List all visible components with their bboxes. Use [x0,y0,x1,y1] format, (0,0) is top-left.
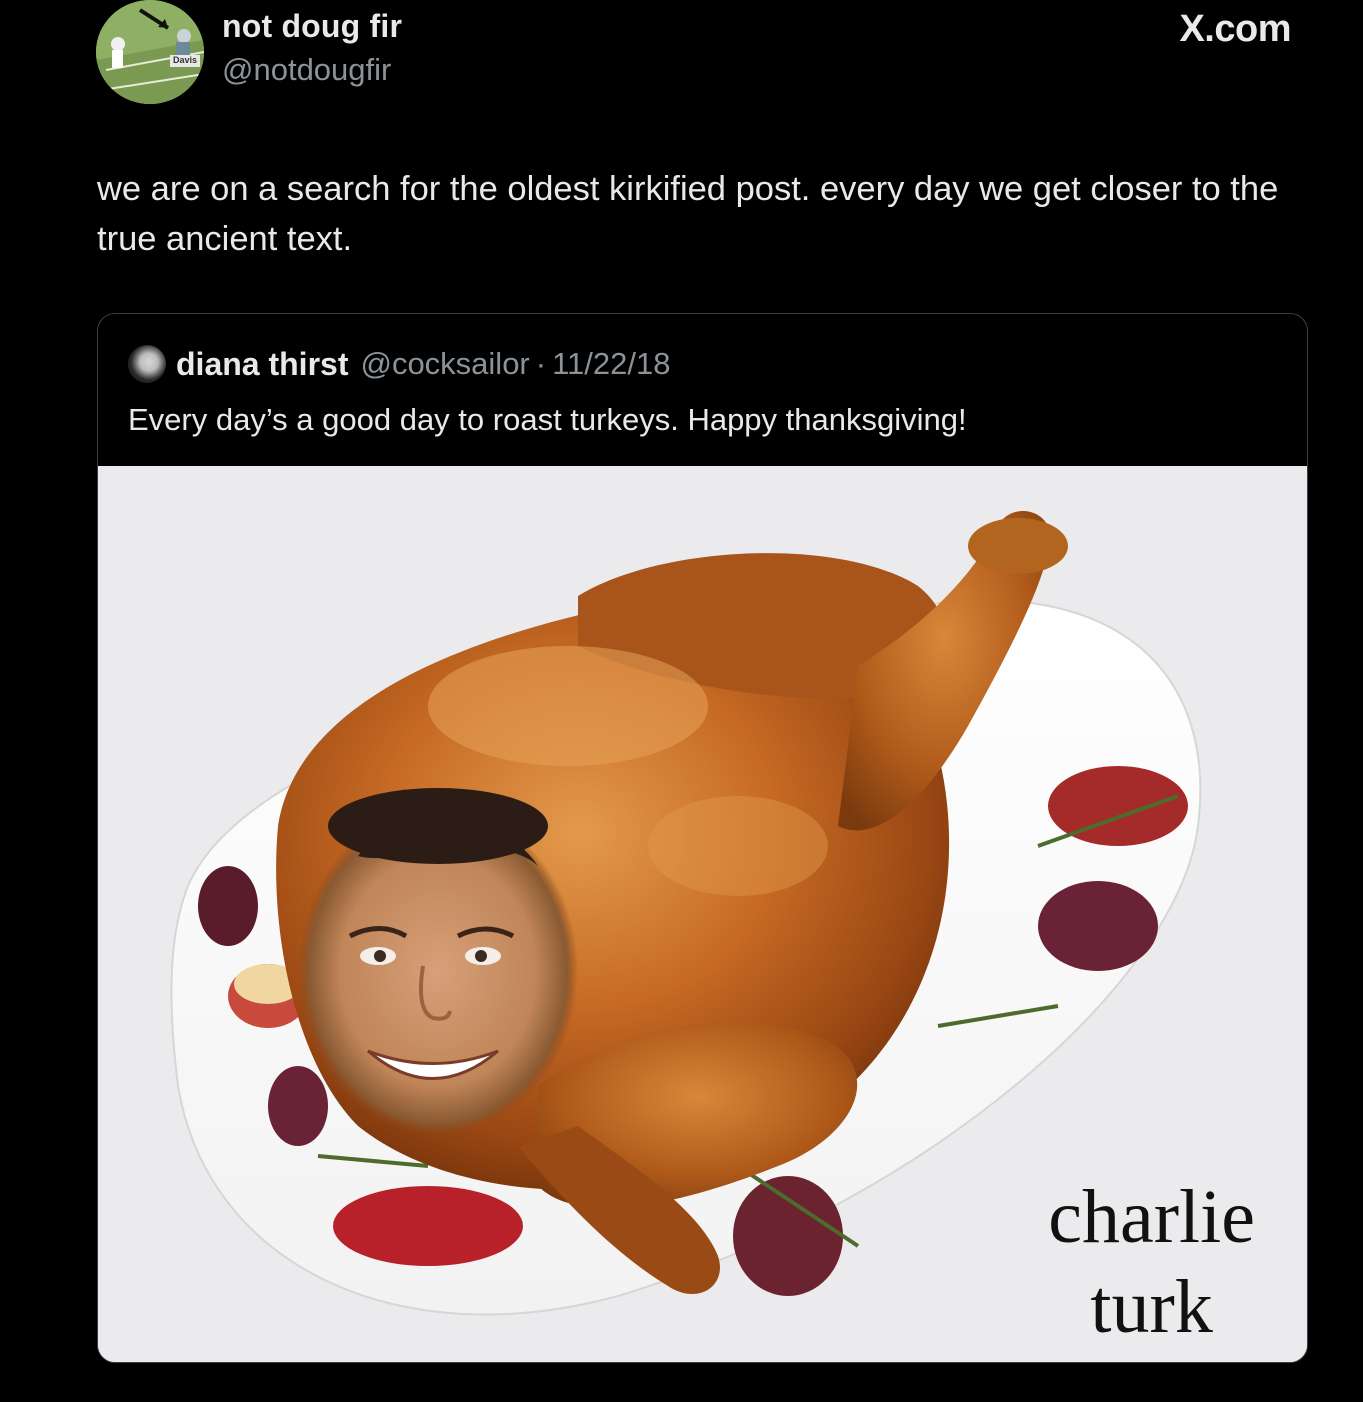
author-avatar[interactable]: Davis [96,0,204,104]
quoted-author-avatar[interactable] [128,345,166,383]
caption-line-1: charlie [1048,1175,1255,1259]
tweet-text: we are on a search for the oldest kirkif… [97,170,1279,258]
image-caption: charlie turk [1048,1172,1255,1352]
separator-dot: · [535,346,547,381]
avatar-badge-text: Davis [173,55,198,65]
caption-line-2: turk [1090,1265,1213,1349]
quoted-author-name[interactable]: diana thirst [176,346,348,383]
quoted-author-handle[interactable]: @cocksailor [360,346,529,382]
quoted-tweet-image[interactable]: charlie turk [98,466,1307,1362]
author-name[interactable]: not doug fir [222,8,402,45]
quoted-tweet-card[interactable]: diana thirst @cocksailor · 11/22/18 Ever… [97,313,1308,1363]
quoted-tweet-text: Every day’s a good day to roast turkeys.… [128,402,967,437]
brand-watermark: X.com [1179,8,1291,50]
author-handle[interactable]: @notdougfir [222,52,391,88]
avatar-image [96,0,204,104]
quoted-tweet-header: diana thirst @cocksailor · 11/22/18 [128,342,670,386]
quoted-tweet-date[interactable]: 11/22/18 [552,346,670,382]
